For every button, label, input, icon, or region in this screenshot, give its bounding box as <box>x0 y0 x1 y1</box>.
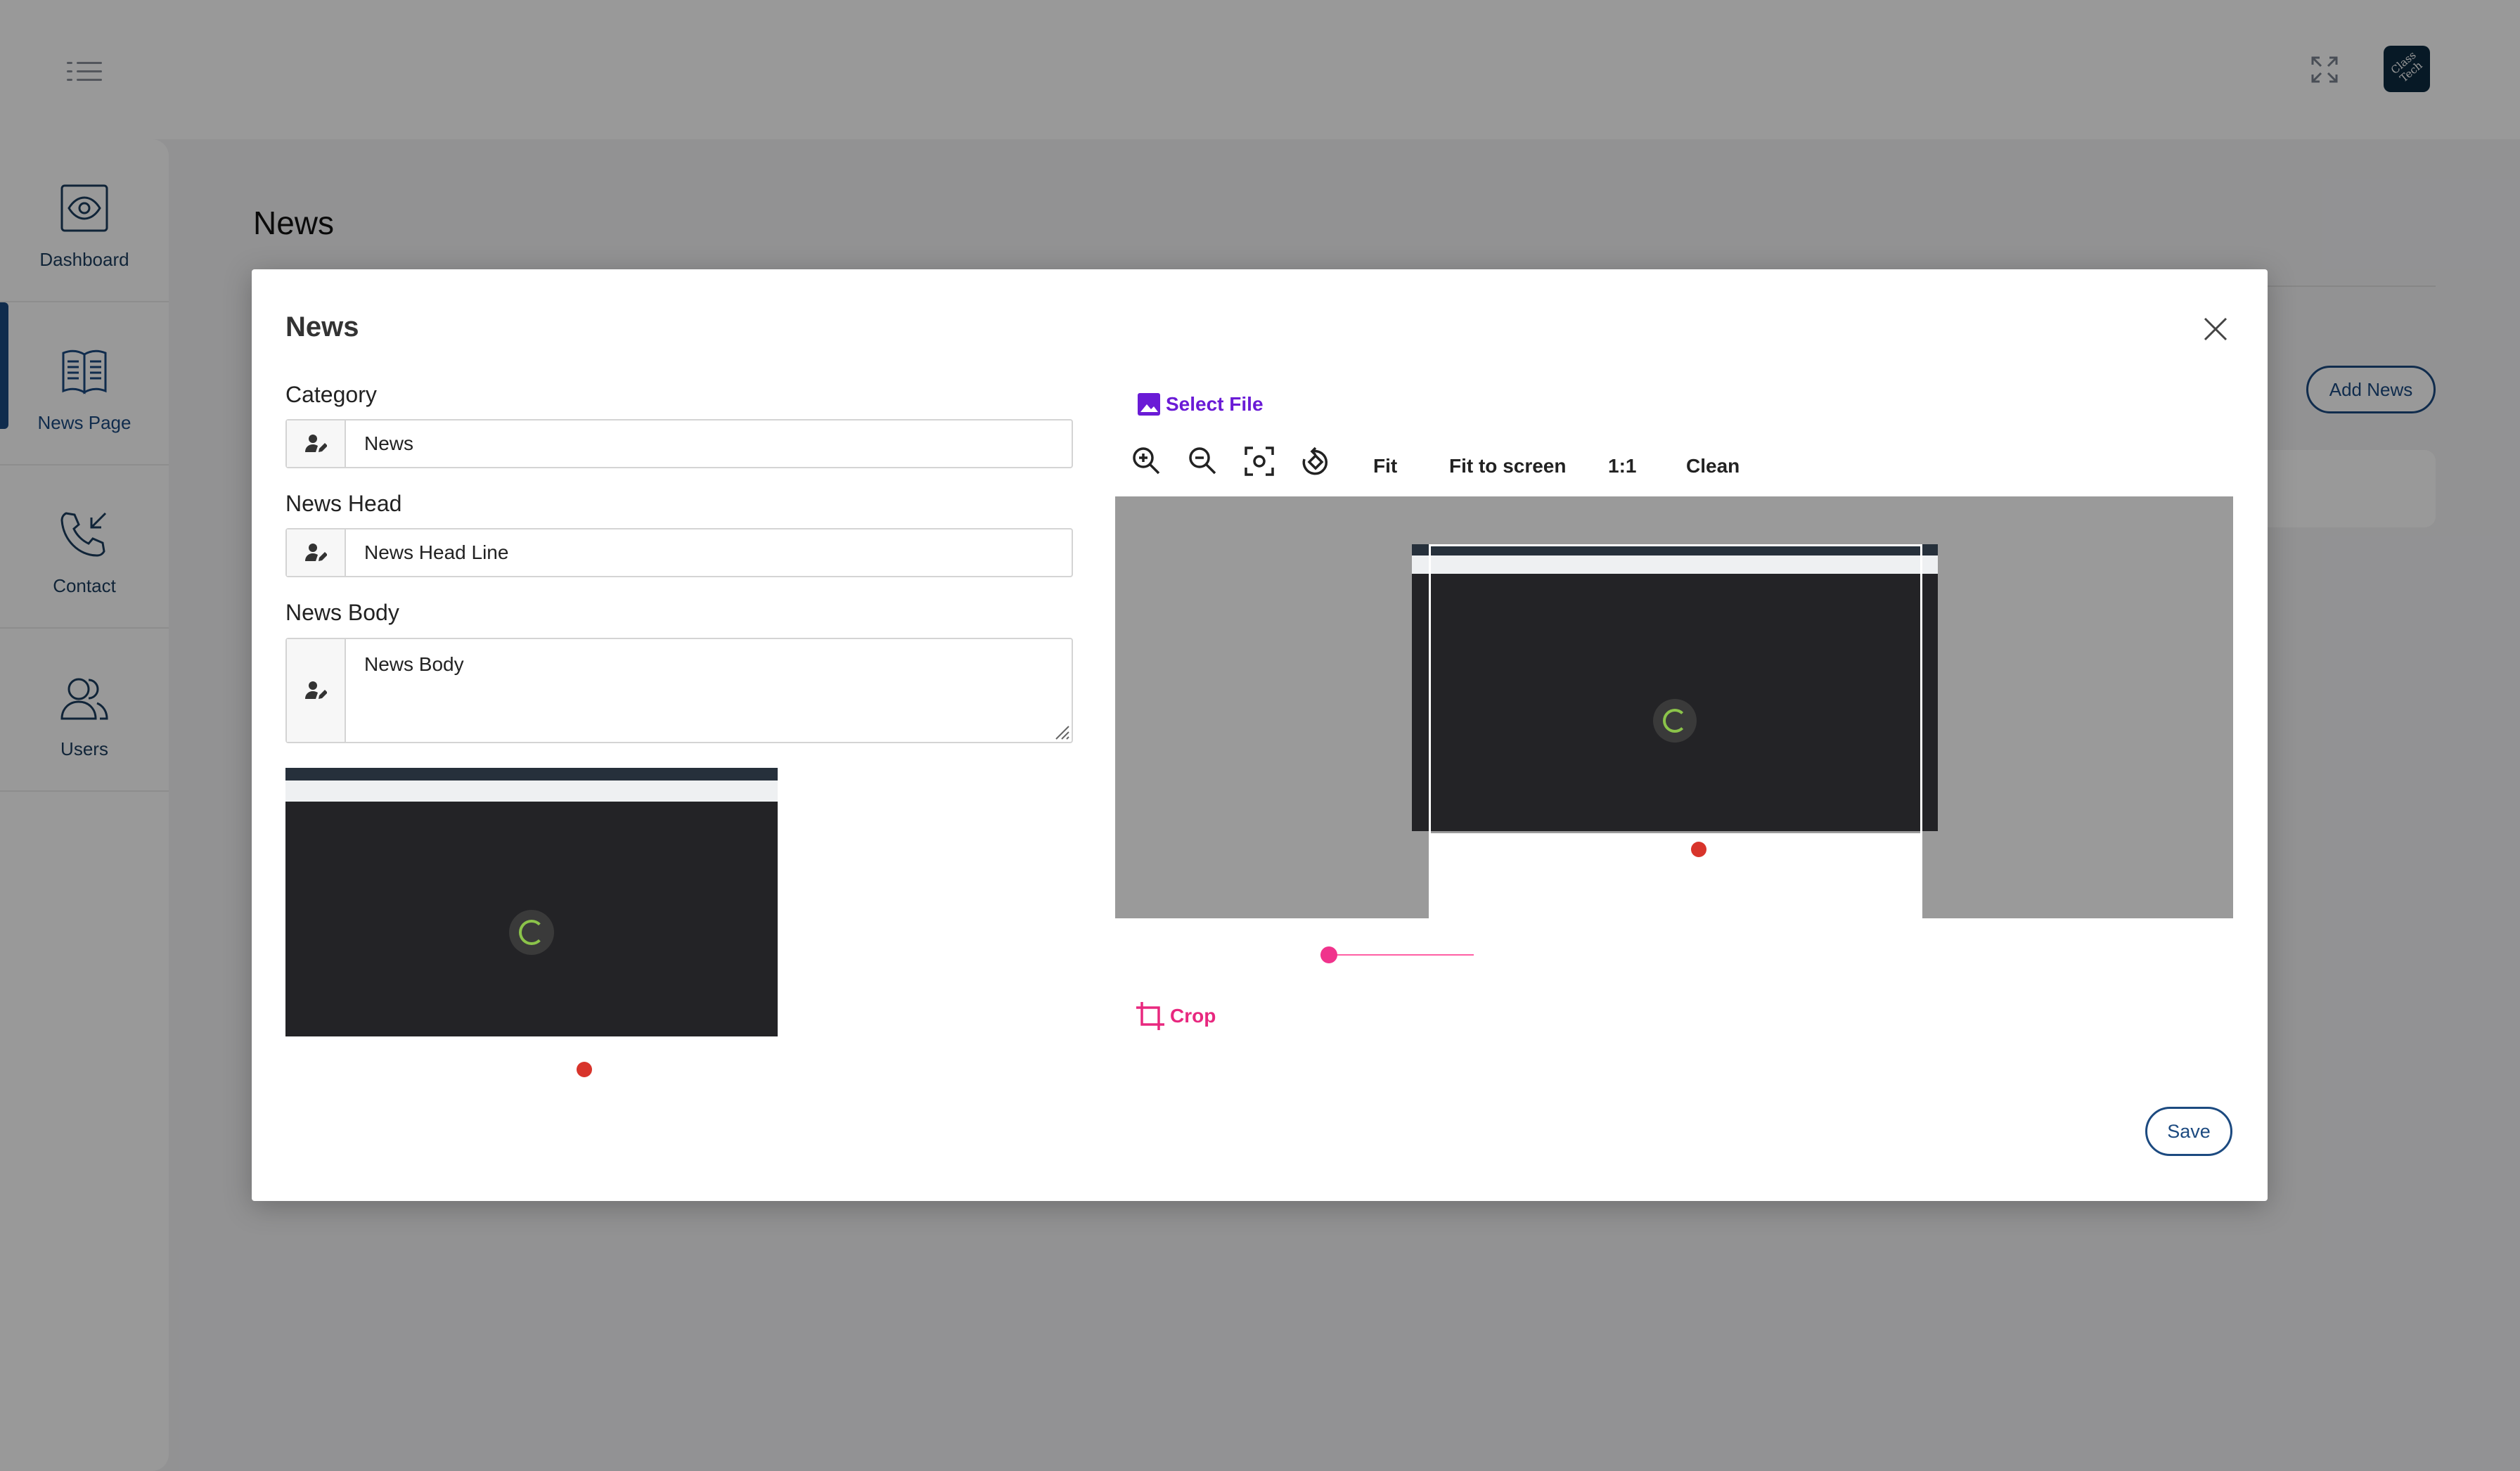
resize-handle-icon[interactable] <box>1052 722 1070 740</box>
news-head-label: News Head <box>285 491 402 516</box>
news-body-label: News Body <box>285 600 399 625</box>
zoom-in-icon <box>1133 447 1160 475</box>
crop-selection-box[interactable] <box>1429 544 1922 918</box>
user-edit-icon <box>305 544 327 561</box>
focus-icon <box>1245 447 1274 476</box>
save-button[interactable]: Save <box>2145 1107 2232 1156</box>
zoom-out-icon <box>1189 447 1216 475</box>
close-button[interactable] <box>2198 311 2233 347</box>
crop-canvas[interactable] <box>1115 496 2233 918</box>
zoom-slider[interactable] <box>1320 944 1474 965</box>
focus-button[interactable] <box>1242 444 1277 479</box>
select-file-label: Select File <box>1166 393 1264 415</box>
crop-label: Crop <box>1170 1005 1216 1027</box>
news-body-field-group: News Body <box>285 638 1073 743</box>
rotate-icon <box>1302 447 1328 475</box>
category-field-group <box>285 419 1073 468</box>
user-edit-icon <box>305 681 327 699</box>
news-modal: News Category News Head News Body News B… <box>252 269 2268 1201</box>
zoom-in-button[interactable] <box>1129 444 1164 479</box>
fit-to-screen-button[interactable]: Fit to screen <box>1449 455 1566 477</box>
image-icon <box>1138 393 1160 416</box>
close-icon <box>2204 317 2228 341</box>
category-input[interactable] <box>346 420 1070 467</box>
modal-title: News <box>285 311 359 342</box>
crop-icon <box>1136 1002 1164 1030</box>
rotate-button[interactable] <box>1298 444 1333 479</box>
slider-track <box>1320 954 1474 956</box>
one-to-one-button[interactable]: 1:1 <box>1608 455 1636 477</box>
image-preview <box>285 768 778 1091</box>
slider-thumb[interactable] <box>1320 946 1337 963</box>
clean-button[interactable]: Clean <box>1686 455 1740 477</box>
zoom-out-button[interactable] <box>1185 444 1221 479</box>
news-head-input[interactable] <box>346 529 1070 576</box>
user-edit-icon <box>305 435 327 452</box>
category-label: Category <box>285 382 377 407</box>
select-file-button[interactable]: Select File <box>1136 392 1264 417</box>
crop-button[interactable]: Crop <box>1135 1001 1216 1032</box>
fit-button[interactable]: Fit <box>1373 455 1397 477</box>
news-head-field-group <box>285 528 1073 577</box>
news-body-textarea[interactable]: News Body <box>346 639 1072 742</box>
